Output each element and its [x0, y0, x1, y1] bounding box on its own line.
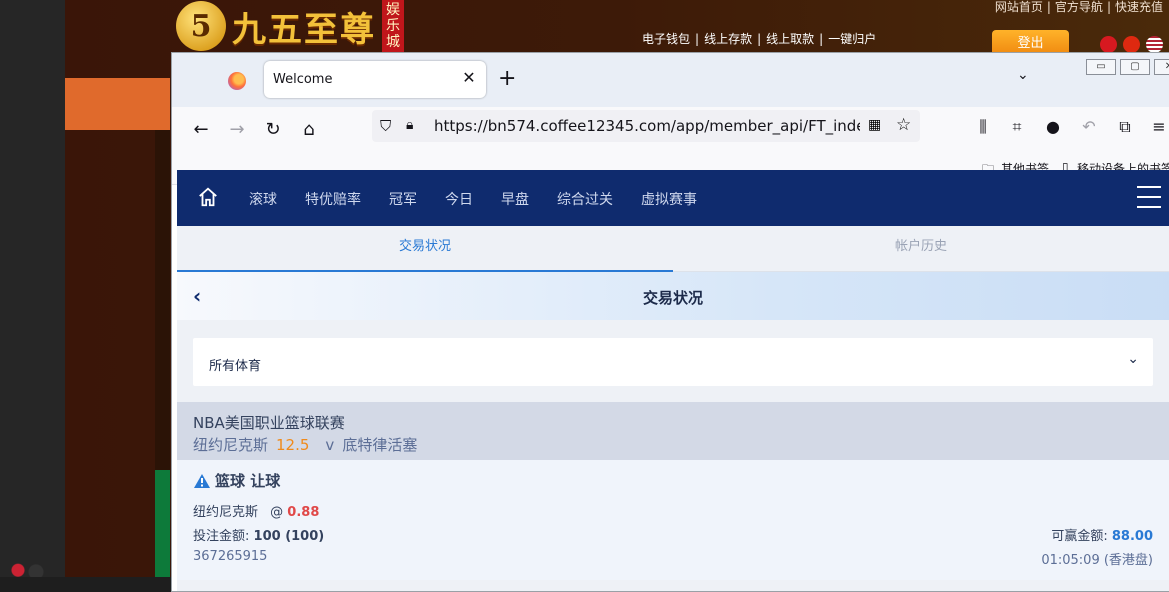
- match-line: 纽约尼克斯 12.5 v 底特律活塞: [193, 434, 417, 455]
- win-value: 88.00: [1111, 529, 1153, 544]
- nav-item-early[interactable]: 早盘: [501, 189, 529, 209]
- league-header: NBA美国职业篮球联赛 纽约尼克斯 12.5 v 底特律活塞: [177, 402, 1169, 460]
- wallet-link-withdraw[interactable]: 线上取款: [766, 32, 814, 46]
- bet-odds: 0.88: [287, 505, 320, 520]
- page-content: 滚球 特优赔率 冠军 今日 早盘 综合过关 虚拟赛事 交易状况 帐户历史 ‹ 交…: [177, 170, 1169, 591]
- bet-type: 篮球 让球: [193, 470, 280, 491]
- comment-icon[interactable]: ●: [1042, 117, 1064, 136]
- league-name: NBA美国职业篮球联赛: [193, 414, 345, 432]
- hk-flag-icon[interactable]: [1100, 36, 1117, 53]
- handicap-value: 12.5: [276, 436, 310, 454]
- page-title: 交易状况: [642, 289, 703, 307]
- logo-text: 九五至尊: [232, 9, 376, 50]
- at-symbol: @: [270, 505, 284, 520]
- sub-tabs: 交易状况 帐户历史: [177, 226, 1169, 272]
- separator: |: [1106, 0, 1111, 14]
- bet-time: 01:05:09 (香港盘): [1041, 553, 1153, 568]
- forward-arrow-icon[interactable]: →: [224, 117, 250, 143]
- bet-team-name: 纽约尼克斯: [193, 505, 259, 520]
- logo-coin-icon: 5: [176, 1, 226, 51]
- nav-item-special-odds[interactable]: 特优赔率: [305, 189, 361, 209]
- wallet-links: 电子钱包 | 线上存款 | 线上取款 | 一键归户: [642, 30, 876, 47]
- screenshot-icon[interactable]: ⌗: [1006, 117, 1028, 137]
- bet-selection: 纽约尼克斯 @ 0.88: [193, 501, 319, 520]
- versus-label: v: [325, 436, 335, 454]
- minimize-button[interactable]: ▭: [1086, 59, 1116, 75]
- left-dark-panel: [0, 0, 65, 577]
- orange-banner: [65, 78, 170, 130]
- nav-item-virtual[interactable]: 虚拟赛事: [641, 189, 697, 209]
- warning-icon: [194, 473, 210, 488]
- new-tab-button[interactable]: +: [498, 67, 516, 91]
- home-icon[interactable]: ⌂: [296, 117, 322, 143]
- menu-icon[interactable]: ≡: [1148, 117, 1169, 136]
- bet-card: 篮球 让球 纽约尼克斯 @ 0.88 投注金额: 100 (100) 可赢金额:…: [177, 460, 1169, 580]
- tab-account-history[interactable]: 帐户历史: [673, 226, 1169, 272]
- reload-icon[interactable]: ↻: [260, 117, 286, 143]
- sport-filter-value: 所有体育: [209, 359, 262, 374]
- top-link-recharge[interactable]: 快速充值: [1115, 0, 1163, 14]
- wallet-link-ewallet[interactable]: 电子钱包: [642, 32, 690, 46]
- site-nav-items: 滚球 特优赔率 冠军 今日 早盘 综合过关 虚拟赛事: [249, 189, 725, 209]
- separator: |: [819, 32, 824, 46]
- tab-bar: Welcome ✕ + ⌄ ▭ ▢ ✕: [172, 53, 1169, 107]
- url-text[interactable]: https://bn574.coffee12345.com/app/member…: [434, 117, 860, 135]
- home-team: 纽约尼克斯: [193, 436, 269, 454]
- library-icon[interactable]: ⫼: [972, 117, 994, 137]
- bet-stake: 投注金额: 100 (100): [193, 525, 324, 544]
- nav-item-parlay[interactable]: 综合过关: [557, 189, 613, 209]
- hamburger-menu-icon[interactable]: [1137, 186, 1161, 208]
- wallet-link-deposit[interactable]: 线上存款: [704, 32, 752, 46]
- address-bar[interactable]: ⛉ 🔒︎ https://bn574.coffee12345.com/app/m…: [372, 110, 920, 142]
- close-window-button[interactable]: ✕: [1154, 59, 1169, 75]
- away-team: 底特律活塞: [342, 436, 418, 454]
- tab-title: Welcome: [273, 72, 333, 87]
- casino-chips-image: [0, 560, 60, 577]
- nav-item-inplay[interactable]: 滚球: [249, 189, 277, 209]
- bet-type-label: 篮球 让球: [215, 472, 281, 490]
- browser-tab[interactable]: Welcome ✕: [264, 61, 486, 98]
- sport-filter-select[interactable]: 所有体育 ⌄: [193, 338, 1153, 386]
- window-controls: ▭ ▢ ✕: [1086, 59, 1169, 75]
- navigation-toolbar: ← → ↻ ⌂ ⛉ 🔒︎ https://bn574.coffee12345.c…: [172, 107, 1169, 153]
- house-icon[interactable]: [197, 186, 219, 208]
- language-flags: [1100, 36, 1163, 53]
- undo-icon[interactable]: ↶: [1078, 117, 1100, 136]
- qr-code-icon[interactable]: ▦: [868, 117, 881, 133]
- lock-icon[interactable]: 🔒︎: [406, 117, 413, 133]
- site-nav-bar: 滚球 特优赔率 冠军 今日 早盘 综合过关 虚拟赛事: [177, 170, 1169, 226]
- logo-badge: 娱乐城: [382, 0, 404, 52]
- win-label: 可赢金额:: [1051, 529, 1108, 544]
- green-strip: [155, 470, 170, 577]
- cn-flag-icon[interactable]: [1123, 36, 1140, 53]
- stake-label: 投注金额:: [193, 529, 250, 544]
- ticket-id: 367265915: [193, 549, 268, 564]
- extensions-icon[interactable]: ⧉: [1114, 117, 1136, 137]
- chevron-down-icon: ⌄: [1127, 351, 1139, 367]
- top-link-home[interactable]: 网站首页: [995, 0, 1043, 14]
- us-flag-icon[interactable]: [1146, 36, 1163, 53]
- maximize-button[interactable]: ▢: [1120, 59, 1150, 75]
- separator: |: [1046, 0, 1051, 14]
- logout-button[interactable]: 登出: [992, 30, 1069, 54]
- browser-window: Welcome ✕ + ⌄ ▭ ▢ ✕ ← → ↻ ⌂ ⛉ 🔒︎ https:/…: [171, 52, 1169, 592]
- page-title-bar: ‹ 交易状况: [177, 272, 1169, 320]
- top-links: 网站首页 | 官方导航 | 快速充值: [995, 0, 1163, 15]
- nav-item-outright[interactable]: 冠军: [389, 189, 417, 209]
- bet-potential-win: 可赢金额: 88.00: [1051, 525, 1153, 544]
- separator: |: [695, 32, 700, 46]
- nav-item-today[interactable]: 今日: [445, 189, 473, 209]
- bookmark-star-icon[interactable]: ☆: [896, 115, 911, 135]
- tracking-shield-icon[interactable]: ⛉: [380, 117, 391, 135]
- list-tabs-chevron-icon[interactable]: ⌄: [1017, 67, 1029, 83]
- firefox-icon: [228, 72, 246, 90]
- close-tab-icon[interactable]: ✕: [460, 69, 478, 87]
- wallet-link-consolidate[interactable]: 一键归户: [828, 32, 876, 46]
- stake-value: 100 (100): [253, 529, 325, 544]
- site-logo[interactable]: 5 九五至尊 娱乐城: [176, 0, 404, 52]
- back-arrow-icon[interactable]: ←: [188, 117, 214, 143]
- tab-trade-status[interactable]: 交易状况: [177, 226, 673, 272]
- separator: |: [757, 32, 762, 46]
- top-link-nav[interactable]: 官方导航: [1055, 0, 1103, 14]
